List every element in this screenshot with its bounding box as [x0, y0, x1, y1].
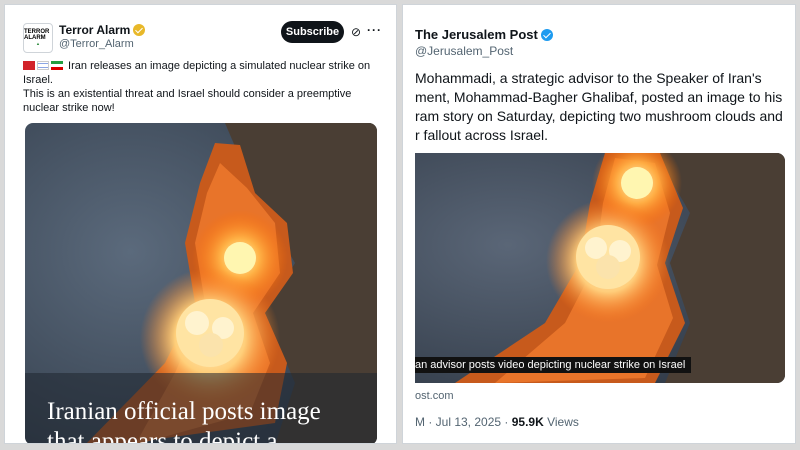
post-image[interactable]: an advisor posts video depicting nuclear…	[415, 153, 785, 383]
account-name[interactable]: Terror Alarm	[59, 23, 146, 37]
avatar-logo-mark: ▲	[36, 41, 40, 46]
tweet-text-line: ram story on Saturday, depicting two mus…	[415, 108, 783, 124]
account-name[interactable]: The Jerusalem Post	[415, 27, 553, 42]
tweet-text: Iran releases an image depicting a simul…	[23, 59, 383, 115]
right-post-card: The Jerusalem Post @Jerusalem_Post Moham…	[402, 4, 796, 444]
views-count: 95.9K	[511, 415, 544, 429]
nuclear-map-image	[415, 153, 785, 383]
grok-icon[interactable]: ⊘	[351, 25, 361, 39]
flag-icon	[23, 61, 35, 70]
israel-flag-icon	[37, 61, 49, 70]
views-label: Views	[543, 415, 579, 429]
nuclear-map-image	[25, 123, 377, 443]
tweet-text-line: ment, Mohammad-Bagher Ghalibaf, posted a…	[415, 89, 783, 105]
tweet-text-line: Mohammadi, a strategic advisor to the Sp…	[415, 70, 762, 86]
tweet-text-line: r fallout across Israel.	[415, 127, 549, 143]
image-caption: an advisor posts video depicting nuclear…	[415, 357, 692, 373]
account-name-text: The Jerusalem Post	[415, 27, 538, 42]
verified-badge-icon	[540, 28, 553, 41]
image-headline: Iranian official posts image that appear…	[47, 398, 321, 444]
post-meta: M · Jul 13, 2025 · 95.9K Views	[415, 415, 579, 429]
avatar-logo-text: TERROR ALARM	[24, 29, 50, 41]
avatar[interactable]: TERROR ALARM ▲	[23, 23, 53, 53]
verified-badge-icon	[133, 24, 146, 36]
account-name-text: Terror Alarm	[59, 23, 131, 37]
subscribe-button[interactable]: Subscribe	[281, 21, 344, 43]
left-post-card: TERROR ALARM ▲ Terror Alarm @Terror_Alar…	[4, 4, 397, 444]
post-date[interactable]: M · Jul 13, 2025 ·	[415, 415, 512, 429]
link-domain[interactable]: ost.com	[415, 390, 454, 402]
tweet-text: Mohammadi, a strategic advisor to the Sp…	[415, 69, 793, 145]
post-image[interactable]: Iranian official posts image that appear…	[25, 123, 377, 444]
more-icon[interactable]: ···	[367, 23, 382, 37]
tweet-text-line2: This is an existential threat and Israel…	[23, 88, 352, 114]
iran-flag-icon	[51, 61, 63, 70]
account-handle[interactable]: @Jerusalem_Post	[415, 44, 513, 58]
tweet-text-line1: Iran releases an image depicting a simul…	[23, 60, 371, 86]
account-handle[interactable]: @Terror_Alarm	[59, 38, 134, 50]
